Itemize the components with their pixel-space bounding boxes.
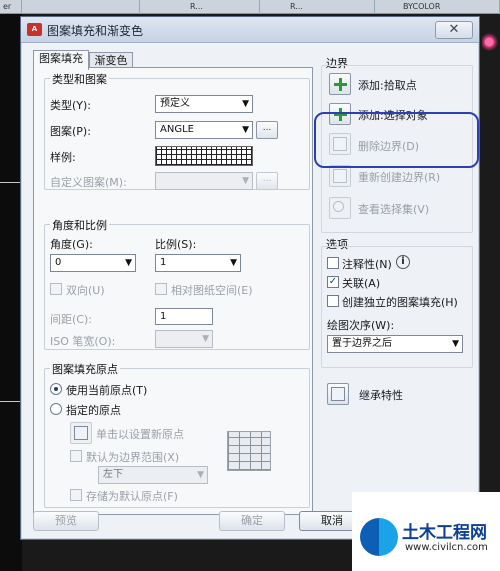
chevron-down-icon: ▼ [242, 176, 249, 186]
dialog-titlebar[interactable]: A 图案填充和渐变色 ✕ [21, 17, 479, 43]
background-tab[interactable]: BYCOLOR [375, 0, 500, 14]
extent-position-value: 左下 [103, 469, 123, 480]
chevron-down-icon: ▼ [125, 258, 132, 268]
pattern-sample-swatch[interactable] [155, 146, 253, 166]
iso-pen-dropdown[interactable]: ▼ [155, 330, 213, 348]
set-origin-button[interactable] [70, 422, 92, 444]
spacing-input[interactable]: 1 [155, 308, 213, 325]
background-tab[interactable]: R... [260, 0, 375, 14]
chevron-down-icon: ▼ [202, 334, 209, 344]
annotative-label: 注释性(N) [342, 258, 392, 271]
close-button[interactable]: ✕ [435, 21, 473, 39]
flower-decoration-icon [482, 30, 500, 60]
background-tab-strip: er R... R... BYCOLOR [0, 0, 500, 14]
sample-label: 样例: [50, 151, 76, 164]
background-tab[interactable]: R... [140, 0, 260, 14]
dialog-title: 图案填充和渐变色 [47, 24, 144, 38]
watermark-title: 土木工程网 [402, 523, 487, 543]
annotative-checkbox[interactable] [327, 257, 339, 269]
custom-pattern-label: 自定义图案(M): [50, 176, 127, 189]
custom-pattern-dropdown[interactable]: ▼ [155, 172, 253, 190]
inherit-properties-button[interactable] [327, 383, 349, 405]
default-extent-label: 默认为边界范围(X) [86, 451, 180, 464]
watermark-url: www.civilcn.com [405, 542, 488, 553]
drawing-line [0, 182, 22, 183]
preview-button[interactable]: 预览 [33, 511, 99, 531]
recreate-boundary-label[interactable]: 重新创建边界(R) [358, 169, 440, 185]
angle-scale-group-title: 角度和比例 [50, 217, 109, 233]
spacing-label: 间距(C): [50, 313, 92, 326]
type-pattern-group-title: 类型和图案 [50, 71, 109, 87]
hatch-tab-panel: 类型和图案 类型(Y): 预定义 ▼ 图案(P): ANGLE ▼ ... 样例… [33, 67, 313, 515]
iso-pen-label: ISO 笔宽(O): [50, 335, 116, 348]
chevron-down-icon: ▼ [242, 125, 249, 135]
origin-preview-brick-icon [227, 431, 271, 471]
draw-order-dropdown[interactable]: 置于边界之后 ▼ [327, 335, 463, 353]
recreate-boundary-icon [333, 169, 347, 183]
info-icon[interactable]: i [396, 255, 410, 269]
use-current-origin-radio[interactable] [50, 383, 62, 395]
add-pick-point-label[interactable]: 添加:拾取点 [358, 77, 417, 93]
double-label: 双向(U) [66, 284, 105, 297]
scale-dropdown-value: 1 [160, 257, 167, 268]
civilcn-logo-icon [360, 518, 398, 556]
double-checkbox[interactable] [50, 283, 62, 295]
relative-paper-label: 相对图纸空间(E) [171, 284, 253, 297]
angle-dropdown[interactable]: 0 ▼ [50, 254, 136, 272]
custom-pattern-browse-button[interactable]: ... [256, 172, 278, 190]
create-separate-label: 创建独立的图案填充(H) [342, 296, 458, 309]
associative-label: 关联(A) [342, 277, 381, 290]
background-drawing-area-right [480, 14, 500, 571]
use-current-origin-label: 使用当前原点(T) [66, 384, 148, 397]
drawing-line [0, 401, 22, 402]
type-dropdown-value: 预定义 [160, 98, 190, 109]
autocad-app-icon: A [27, 23, 42, 36]
add-pick-point-button[interactable] [329, 73, 351, 95]
tab-hatch[interactable]: 图案填充 [33, 50, 89, 70]
background-tab[interactable]: er [0, 0, 22, 14]
angle-dropdown-value: 0 [55, 257, 62, 268]
associative-checkbox[interactable]: ✓ [327, 276, 339, 288]
chevron-down-icon: ▼ [242, 99, 249, 109]
create-separate-checkbox[interactable] [327, 295, 339, 307]
magnifier-icon [333, 201, 344, 212]
inherit-brush-icon [331, 387, 345, 401]
crosshair-icon [74, 426, 88, 440]
type-label: 类型(Y): [50, 99, 92, 112]
annotation-highlight-ellipse [314, 112, 479, 168]
angle-label: 角度(G): [50, 238, 93, 251]
type-dropdown[interactable]: 预定义 ▼ [155, 95, 253, 113]
chevron-down-icon: ▼ [197, 470, 204, 480]
chevron-down-icon: ▼ [230, 258, 237, 268]
pattern-dropdown-value: ANGLE [160, 124, 194, 135]
view-selection-label[interactable]: 查看选择集(V) [358, 201, 429, 217]
store-default-checkbox[interactable] [70, 489, 82, 501]
view-selection-button[interactable] [329, 197, 351, 219]
inherit-properties-label[interactable]: 继承特性 [359, 387, 403, 403]
scale-label: 比例(S): [155, 238, 197, 251]
recreate-boundary-button[interactable] [329, 165, 351, 187]
ok-button[interactable]: 确定 [219, 511, 285, 531]
extent-position-dropdown[interactable]: 左下 ▼ [98, 466, 208, 484]
hatch-gradient-dialog: A 图案填充和渐变色 ✕ 图案填充 渐变色 类型和图案 类型(Y): 预定义 ▼… [20, 16, 480, 540]
pattern-dropdown[interactable]: ANGLE ▼ [155, 121, 253, 139]
specified-origin-label: 指定的原点 [66, 404, 121, 417]
specified-origin-radio[interactable] [50, 403, 62, 415]
draw-order-value: 置于边界之后 [332, 338, 392, 349]
pattern-browse-button[interactable]: ... [256, 121, 278, 139]
scale-dropdown[interactable]: 1 ▼ [155, 254, 241, 272]
hatch-origin-group-title: 图案填充原点 [50, 361, 120, 377]
store-default-label: 存储为默认原点(F) [86, 490, 178, 503]
draw-order-label: 绘图次序(W): [327, 319, 395, 332]
default-extent-checkbox[interactable] [70, 450, 82, 462]
set-origin-label: 单击以设置新原点 [96, 428, 184, 441]
pattern-label: 图案(P): [50, 125, 91, 138]
background-drawing-area [0, 14, 22, 571]
background-tab[interactable] [22, 0, 140, 14]
relative-paper-checkbox[interactable] [155, 283, 167, 295]
chevron-down-icon: ▼ [452, 339, 459, 349]
